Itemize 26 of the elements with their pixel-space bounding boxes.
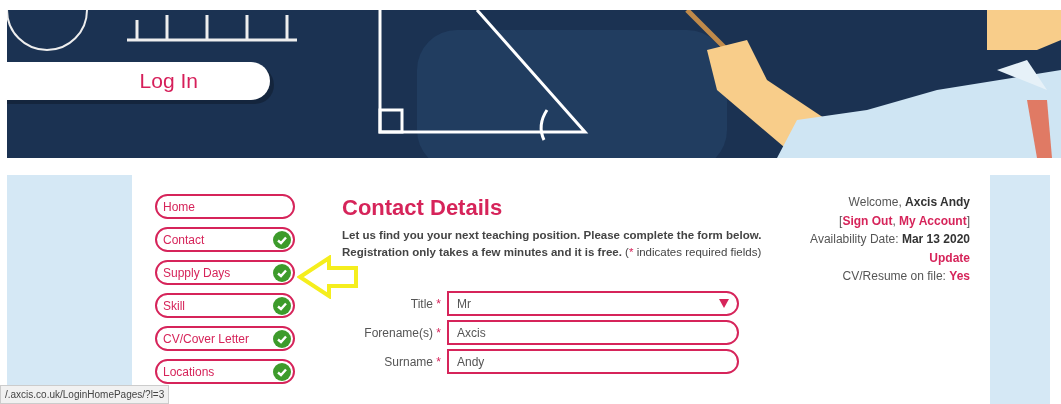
login-button[interactable]: Log In: [7, 62, 270, 100]
availability-text: Availability Date: Mar 13 2020: [810, 232, 970, 246]
cv-status-label: CV/Resume on file:: [842, 269, 947, 283]
field-label: Surname *: [383, 353, 441, 371]
cv-status-link[interactable]: Yes: [949, 269, 970, 283]
sidebar-item[interactable]: CV/Cover Letter: [155, 326, 295, 351]
field-label: Forename(s) *: [363, 324, 441, 342]
welcome-text: Welcome, Axcis Andy: [848, 195, 970, 209]
my-account-link[interactable]: My Account: [899, 213, 967, 228]
select-field[interactable]: Mr: [447, 291, 739, 317]
separator-text: ,: [892, 213, 897, 228]
intro-text: Let us find you your next teaching position. Please complete the form below. Registration only takes a few minutes and it is free. (* indicates required fields): [342, 228, 762, 261]
sidebar-item[interactable]: Skill: [155, 293, 295, 318]
sidebar-item[interactable]: Supply Days: [155, 260, 295, 285]
sidebar-item[interactable]: Contact: [155, 227, 295, 252]
caret-icon: [719, 299, 729, 309]
status-url: /.axcis.co.uk/LoginHomePages/?l=3: [0, 385, 170, 404]
sidebar-item[interactable]: Locations: [155, 359, 295, 384]
input-field[interactable]: Axcis: [447, 320, 739, 346]
sidebar-item[interactable]: Home: [155, 194, 295, 219]
input-field[interactable]: Andy: [447, 349, 739, 375]
update-link[interactable]: Update: [929, 250, 970, 265]
field-label: Title *: [409, 295, 441, 313]
page-heading: Contact Details: [342, 195, 504, 222]
bracket-text: ]: [966, 213, 970, 228]
bracket-text: [: [839, 213, 843, 228]
